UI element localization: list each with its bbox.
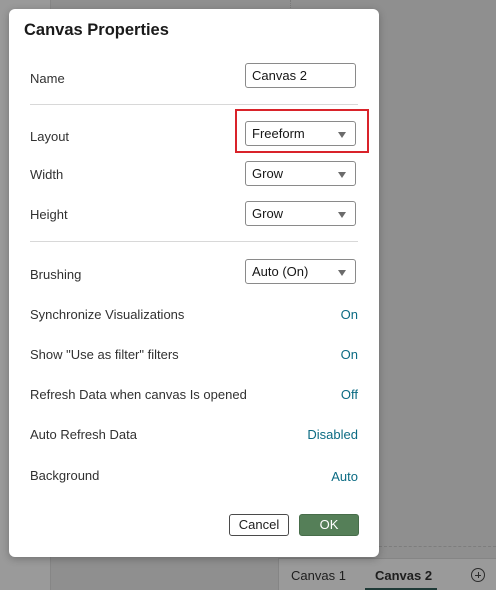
ok-button[interactable]: OK	[299, 514, 359, 536]
auto-refresh-label: Auto Refresh Data	[30, 427, 137, 442]
height-select[interactable]: Grow	[245, 201, 356, 226]
brushing-select[interactable]: Auto (On)	[245, 259, 356, 284]
chevron-down-icon	[338, 270, 346, 276]
background-picker[interactable]: Auto	[331, 469, 358, 484]
chevron-down-icon	[338, 172, 346, 178]
brushing-select-value: Auto (On)	[252, 264, 309, 279]
sync-visualizations-label: Synchronize Visualizations	[30, 307, 185, 322]
dialog-title: Canvas Properties	[24, 21, 169, 39]
use-as-filter-label: Show "Use as filter" filters	[30, 347, 179, 362]
add-canvas-icon[interactable]	[471, 568, 485, 582]
tab-canvas-1[interactable]: Canvas 1	[291, 568, 346, 583]
canvas-properties-dialog: Canvas Properties Name Canvas 2 Layout F…	[9, 9, 379, 557]
section-divider	[30, 241, 358, 242]
auto-refresh-toggle[interactable]: Disabled	[307, 427, 358, 442]
canvas-tab-bar: Canvas 1 Canvas 2	[278, 558, 496, 590]
width-select-value: Grow	[252, 166, 284, 181]
sync-visualizations-toggle[interactable]: On	[341, 307, 358, 322]
tab-canvas-2[interactable]: Canvas 2	[375, 568, 432, 583]
width-select[interactable]: Grow	[245, 161, 356, 186]
name-input-value: Canvas 2	[252, 68, 307, 83]
use-as-filter-toggle[interactable]: On	[341, 347, 358, 362]
width-label: Width	[30, 167, 64, 182]
name-label: Name	[30, 71, 65, 86]
layout-label: Layout	[30, 129, 70, 144]
background-label: Background	[30, 468, 100, 483]
layout-highlight-box	[235, 109, 369, 153]
name-input[interactable]: Canvas 2	[245, 63, 356, 88]
height-label: Height	[30, 207, 68, 222]
refresh-on-open-toggle[interactable]: Off	[341, 387, 358, 402]
brushing-label: Brushing	[30, 267, 82, 282]
chevron-down-icon	[338, 212, 346, 218]
cancel-button[interactable]: Cancel	[229, 514, 289, 536]
height-select-value: Grow	[252, 206, 284, 221]
section-divider	[30, 104, 358, 105]
background-dashed-line	[379, 546, 496, 547]
refresh-on-open-label: Refresh Data when canvas Is opened	[30, 387, 247, 402]
